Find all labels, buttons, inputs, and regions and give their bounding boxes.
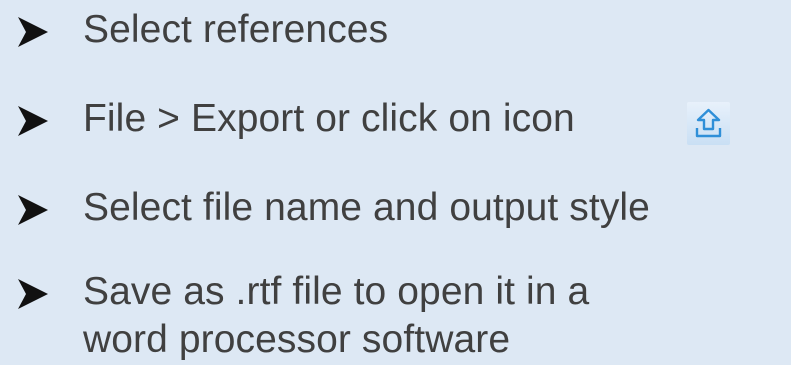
bullet-text-select-file-name: Select file name and output style — [83, 186, 650, 229]
bullet-item-select-file-name: Select file name and output style — [0, 181, 791, 237]
bullet-item-export: File > Export or click on icon — [0, 92, 791, 148]
bullet-item-select-references: Select references — [0, 3, 791, 59]
arrowhead-bullet-icon — [18, 195, 48, 225]
arrowhead-bullet-icon — [18, 106, 48, 136]
instruction-slide: Select references File > Export or click… — [0, 0, 791, 364]
arrowhead-bullet-icon — [18, 279, 48, 309]
arrowhead-bullet-icon — [18, 17, 48, 47]
bullet-item-save-rtf: Save as .rtf file to open it in a word p… — [0, 265, 791, 365]
bullet-text-select-references: Select references — [83, 8, 389, 51]
bullet-text-export: File > Export or click on icon — [83, 97, 575, 140]
bullet-text-save-rtf-line-1: Save as .rtf file to open it in a — [83, 270, 590, 313]
export-upload-icon[interactable] — [687, 102, 730, 145]
bullet-text-save-rtf-line-2: word processor software — [83, 318, 511, 361]
